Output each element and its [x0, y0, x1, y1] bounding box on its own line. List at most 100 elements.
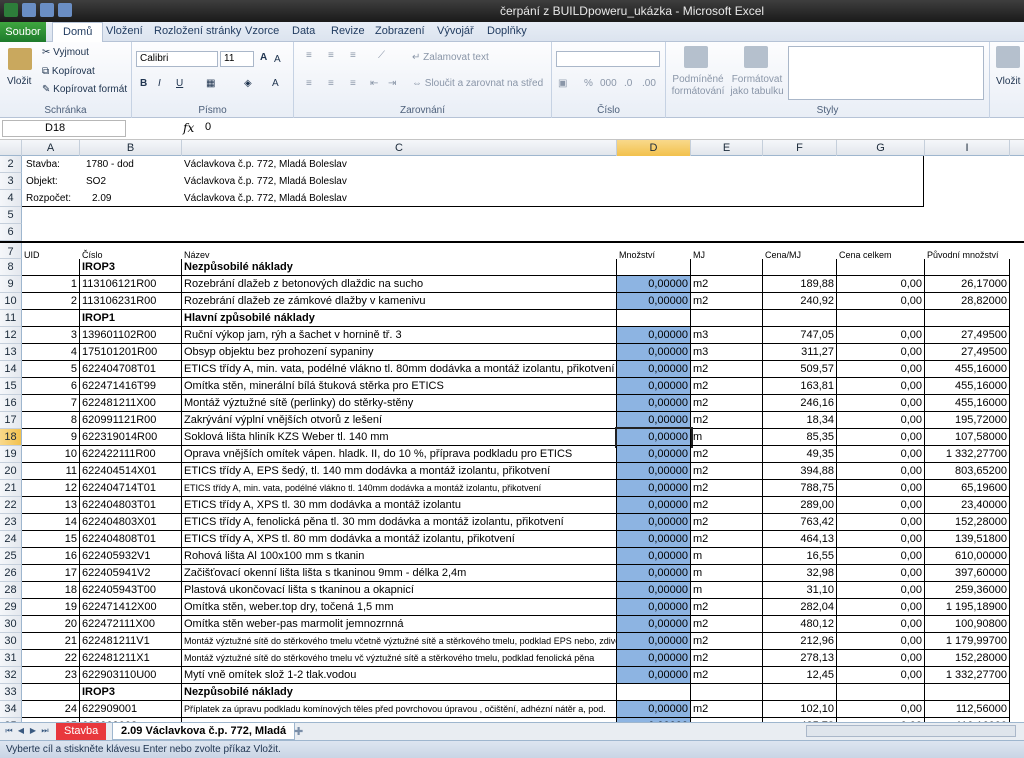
- cell-cislo[interactable]: 113106121R00: [80, 276, 182, 293]
- cell-cena[interactable]: 763,42: [763, 514, 837, 531]
- cell-uid[interactable]: 8: [22, 412, 80, 429]
- cell-cislo[interactable]: 175101201R00: [80, 344, 182, 361]
- cell-mj[interactable]: m2: [691, 480, 763, 497]
- cell-cislo[interactable]: 622405943T00: [80, 582, 182, 599]
- cell-mj[interactable]: m2: [691, 650, 763, 667]
- row-header[interactable]: 25: [0, 548, 22, 565]
- cell-qty[interactable]: 0,00000: [617, 361, 691, 378]
- cell-nazev[interactable]: Mytí vně omítek slož 1-2 tlak.vodou: [182, 667, 617, 684]
- cell-puv[interactable]: 152,28000: [925, 650, 1010, 667]
- cell-cena[interactable]: 163,81: [763, 378, 837, 395]
- cell-nazev[interactable]: Nezpůsobilé náklady: [182, 684, 617, 701]
- cell-cena[interactable]: [763, 259, 837, 276]
- cell-uid[interactable]: 17: [22, 565, 80, 582]
- col-header-d[interactable]: D: [617, 140, 691, 156]
- cell-mj[interactable]: m: [691, 548, 763, 565]
- tab-addins[interactable]: Doplňky: [487, 25, 527, 37]
- cell-cena[interactable]: 464,13: [763, 531, 837, 548]
- cell-cena[interactable]: [763, 310, 837, 327]
- cell-qty[interactable]: 0,00000: [617, 667, 691, 684]
- prev-sheet-icon[interactable]: ◀: [16, 726, 26, 737]
- col-header-e[interactable]: E: [691, 140, 763, 156]
- cell-celkem[interactable]: 0,00: [837, 565, 925, 582]
- cell-nazev[interactable]: Rohová lišta Al 100x100 mm s tkanin: [182, 548, 617, 565]
- tab-home[interactable]: Domů: [52, 22, 104, 43]
- align-middle-icon[interactable]: ≡: [328, 50, 334, 61]
- cell-celkem[interactable]: 0,00: [837, 667, 925, 684]
- cell-mj[interactable]: [691, 310, 763, 327]
- row-header[interactable]: 8: [0, 259, 22, 276]
- cell-uid[interactable]: 22: [22, 650, 80, 667]
- cell-uid[interactable]: 21: [22, 633, 80, 650]
- cell-puv[interactable]: [925, 259, 1010, 276]
- cell-puv[interactable]: 65,19600: [925, 480, 1010, 497]
- cell-uid[interactable]: 4: [22, 344, 80, 361]
- decrease-decimal-icon[interactable]: .00: [642, 78, 656, 89]
- format-table-icon[interactable]: [744, 46, 768, 68]
- row-header[interactable]: 11: [0, 310, 22, 327]
- cell-mj[interactable]: m2: [691, 667, 763, 684]
- cell-cislo[interactable]: 622404714T01: [80, 480, 182, 497]
- cell-puv[interactable]: 1 332,27700: [925, 446, 1010, 463]
- format-table-button[interactable]: Formátovat jako tabulku: [728, 74, 786, 98]
- formula-input[interactable]: 0: [205, 121, 211, 133]
- conditional-format-button[interactable]: Podmíněné formátování: [670, 74, 726, 98]
- cell-puv[interactable]: 455,16000: [925, 378, 1010, 395]
- cell-cislo[interactable]: 622319014R00: [80, 429, 182, 446]
- cell-celkem[interactable]: 0,00: [837, 327, 925, 344]
- cell-mj[interactable]: m2: [691, 701, 763, 718]
- cell-puv[interactable]: 610,00000: [925, 548, 1010, 565]
- cell-uid[interactable]: 5: [22, 361, 80, 378]
- cell-celkem[interactable]: 0,00: [837, 582, 925, 599]
- cell-mj[interactable]: m3: [691, 327, 763, 344]
- cell-uid[interactable]: 3: [22, 327, 80, 344]
- cell-cena[interactable]: 240,92: [763, 293, 837, 310]
- cell-celkem[interactable]: 0,00: [837, 548, 925, 565]
- next-sheet-icon[interactable]: ▶: [28, 726, 38, 737]
- cell-nazev[interactable]: Soklová lišta hliník KZS Weber tl. 140 m…: [182, 429, 617, 446]
- cell-qty[interactable]: [617, 310, 691, 327]
- paste-button[interactable]: Vložit: [7, 76, 31, 87]
- cell-cena[interactable]: 31,10: [763, 582, 837, 599]
- cell-mj[interactable]: m2: [691, 412, 763, 429]
- cell-nazev[interactable]: Plastová ukončovací lišta s tkaninou a o…: [182, 582, 617, 599]
- cell-mj[interactable]: m2: [691, 463, 763, 480]
- cell-celkem[interactable]: 0,00: [837, 531, 925, 548]
- cell-qty[interactable]: 0,00000: [617, 514, 691, 531]
- cell-puv[interactable]: 195,72000: [925, 412, 1010, 429]
- row-header[interactable]: 9: [0, 276, 22, 293]
- cell-cislo[interactable]: 622422111R00: [80, 446, 182, 463]
- row-header[interactable]: 12: [0, 327, 22, 344]
- cell-cena[interactable]: 311,27: [763, 344, 837, 361]
- cell-cislo[interactable]: 139601102R00: [80, 327, 182, 344]
- cell-mj[interactable]: m3: [691, 344, 763, 361]
- cell-mj[interactable]: m2: [691, 531, 763, 548]
- cell-puv[interactable]: 259,36000: [925, 582, 1010, 599]
- cell-uid[interactable]: 9: [22, 429, 80, 446]
- cell-uid[interactable]: 10: [22, 446, 80, 463]
- row-header[interactable]: 21: [0, 480, 22, 497]
- cell-cislo[interactable]: 622471412X00: [80, 599, 182, 616]
- cell-puv[interactable]: 112,56000: [925, 701, 1010, 718]
- col-header-c[interactable]: C: [182, 140, 617, 156]
- cell-qty[interactable]: 0,00000: [617, 582, 691, 599]
- cell-mj[interactable]: m: [691, 565, 763, 582]
- fill-color-icon[interactable]: ◈: [244, 78, 252, 89]
- cell-cislo[interactable]: 622404808T01: [80, 531, 182, 548]
- cell-puv[interactable]: 107,58000: [925, 429, 1010, 446]
- align-left-icon[interactable]: ≡: [306, 78, 312, 89]
- row-header[interactable]: 16: [0, 395, 22, 412]
- increase-indent-icon[interactable]: ⇥: [388, 78, 396, 89]
- cell-cislo[interactable]: 622405941V2: [80, 565, 182, 582]
- spreadsheet-grid[interactable]: 2 Stavba: 1780 - dod Václavkova č.p. 772, M…: [0, 156, 1024, 722]
- new-sheet-icon[interactable]: ✚: [286, 723, 311, 740]
- row-header[interactable]: 13: [0, 344, 22, 361]
- cell-mj[interactable]: m2: [691, 276, 763, 293]
- row-header[interactable]: 17: [0, 412, 22, 429]
- cell-cislo[interactable]: 622909001: [80, 701, 182, 718]
- cell-puv[interactable]: 27,49500: [925, 344, 1010, 361]
- cell-mj[interactable]: m2: [691, 395, 763, 412]
- row-header[interactable]: 29: [0, 599, 22, 616]
- cell-cena[interactable]: 480,12: [763, 616, 837, 633]
- last-sheet-icon[interactable]: ⏭: [40, 726, 50, 737]
